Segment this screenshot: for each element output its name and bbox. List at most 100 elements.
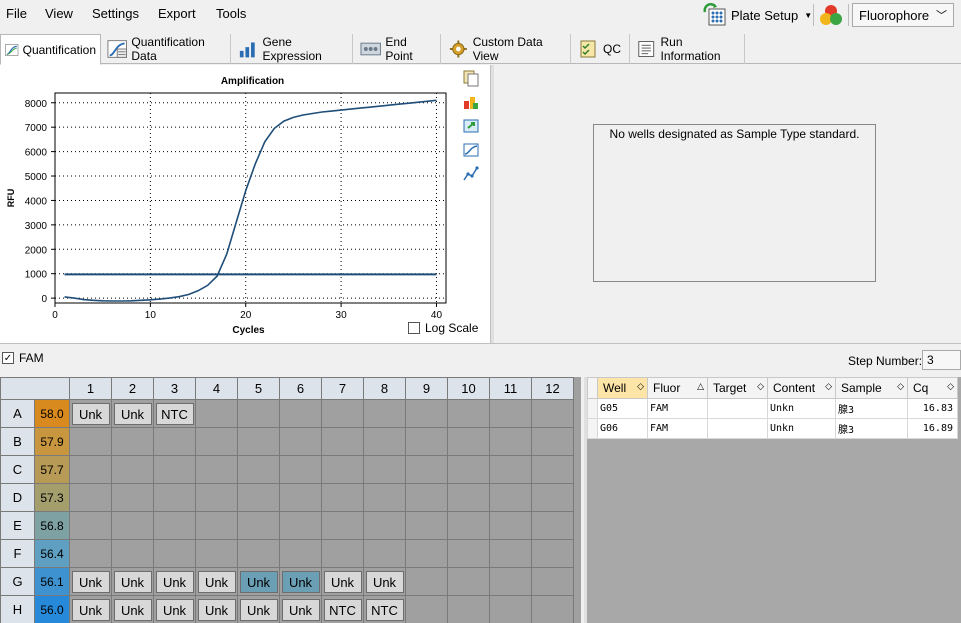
results-cell[interactable]: Unkn: [767, 418, 836, 439]
plate-well[interactable]: [405, 427, 448, 456]
plate-column-header[interactable]: 11: [489, 377, 532, 400]
tab-gene-expression[interactable]: Gene Expression: [234, 34, 353, 64]
plate-well[interactable]: Unk: [363, 567, 406, 596]
results-column-header[interactable]: Well ◇: [597, 377, 648, 399]
plate-well[interactable]: [279, 539, 322, 568]
plate-corner[interactable]: [0, 377, 70, 400]
plate-well[interactable]: [531, 567, 574, 596]
plate-well[interactable]: [405, 511, 448, 540]
plate-well[interactable]: [279, 511, 322, 540]
plate-well[interactable]: [237, 455, 280, 484]
plate-well[interactable]: [489, 595, 532, 623]
menu-view[interactable]: View: [45, 6, 73, 21]
plate-well[interactable]: [153, 511, 196, 540]
plate-well[interactable]: [321, 539, 364, 568]
results-cell[interactable]: Unkn: [767, 398, 836, 419]
plate-well[interactable]: [153, 455, 196, 484]
plate-well[interactable]: [195, 539, 238, 568]
fam-checkbox-box[interactable]: ✓: [2, 352, 14, 364]
plate-well[interactable]: [363, 427, 406, 456]
menu-tools[interactable]: Tools: [216, 6, 246, 21]
plate-setup-button[interactable]: Plate Setup ▼: [703, 2, 812, 28]
well-sample-type[interactable]: NTC: [323, 598, 362, 621]
well-sample-type[interactable]: Unk: [281, 570, 320, 593]
plate-column-header[interactable]: 8: [363, 377, 406, 400]
amplification-chart[interactable]: 0 10 20 30 40 0 1000 2000 3000 4000 5000 6000 7000 80…: [0, 65, 460, 343]
plate-row-header[interactable]: F: [0, 539, 35, 568]
plate-well[interactable]: [237, 511, 280, 540]
plate-column-header[interactable]: 7: [321, 377, 364, 400]
plate-well[interactable]: [405, 399, 448, 428]
plate-well[interactable]: [489, 539, 532, 568]
plate-well[interactable]: [195, 483, 238, 512]
plate-well[interactable]: [363, 511, 406, 540]
plate-well[interactable]: [111, 483, 154, 512]
tab-qc[interactable]: QC: [573, 34, 630, 64]
plate-well[interactable]: [321, 455, 364, 484]
plate-well[interactable]: [447, 511, 490, 540]
plate-well[interactable]: Unk: [153, 595, 196, 623]
results-column-header[interactable]: Target ◇: [707, 377, 768, 399]
results-column-header[interactable]: Fluor △: [647, 377, 708, 399]
well-sample-type[interactable]: Unk: [365, 570, 404, 593]
plate-well[interactable]: Unk: [69, 595, 112, 623]
plate-well[interactable]: [363, 539, 406, 568]
plate-well[interactable]: [489, 567, 532, 596]
plate-well[interactable]: Unk: [279, 567, 322, 596]
plate-well[interactable]: Unk: [195, 567, 238, 596]
well-sample-type[interactable]: Unk: [197, 570, 236, 593]
plate-well[interactable]: [321, 511, 364, 540]
log-scale-checkbox[interactable]: Log Scale: [408, 321, 478, 335]
plate-well[interactable]: [195, 511, 238, 540]
sort-ascending-icon[interactable]: △: [697, 381, 704, 392]
copy-icon[interactable]: [462, 69, 480, 87]
plate-well[interactable]: [531, 399, 574, 428]
results-row-header[interactable]: [587, 418, 598, 439]
plate-well[interactable]: [153, 483, 196, 512]
step-number-field[interactable]: 3: [922, 350, 961, 370]
plate-row-header[interactable]: H: [0, 595, 35, 623]
plate-well[interactable]: [237, 539, 280, 568]
plate-well[interactable]: Unk: [153, 567, 196, 596]
plate-well[interactable]: [111, 511, 154, 540]
plate-row-header[interactable]: D: [0, 483, 35, 512]
plate-column-header[interactable]: 9: [405, 377, 448, 400]
sort-icon[interactable]: ◇: [947, 381, 954, 392]
results-cell[interactable]: FAM: [647, 398, 708, 419]
plate-well[interactable]: [447, 455, 490, 484]
menu-file[interactable]: File: [6, 6, 27, 21]
well-sample-type[interactable]: Unk: [113, 570, 152, 593]
curve-fit-icon[interactable]: [462, 165, 480, 183]
plate-well[interactable]: [363, 483, 406, 512]
plate-row-header[interactable]: A: [0, 399, 35, 428]
plate-well[interactable]: Unk: [69, 399, 112, 428]
results-cell[interactable]: G06: [597, 418, 648, 439]
plate-well[interactable]: [363, 399, 406, 428]
tab-run-information[interactable]: Run Information: [632, 34, 745, 64]
tab-custom-data-view[interactable]: Custom Data View: [444, 34, 571, 64]
plate-well[interactable]: [279, 399, 322, 428]
plate-well[interactable]: [237, 399, 280, 428]
menu-settings[interactable]: Settings: [92, 6, 139, 21]
plate-well[interactable]: [531, 511, 574, 540]
dye-calibration-icon[interactable]: [818, 3, 844, 27]
plate-well[interactable]: Unk: [111, 595, 154, 623]
results-cell[interactable]: 16.83: [907, 398, 958, 419]
tab-end-point[interactable]: End Point: [356, 34, 441, 64]
plate-well[interactable]: [489, 483, 532, 512]
plate-well[interactable]: [405, 455, 448, 484]
plate-well[interactable]: [447, 567, 490, 596]
results-row[interactable]: G06 FAM Unkn 腺3 16.89: [587, 418, 958, 439]
plate-column-header[interactable]: 2: [111, 377, 154, 400]
plate-well[interactable]: [531, 483, 574, 512]
plate-well[interactable]: Unk: [237, 595, 280, 623]
plate-well[interactable]: [531, 595, 574, 623]
chart-colors-icon[interactable]: [462, 93, 480, 111]
plate-well[interactable]: NTC: [363, 595, 406, 623]
results-cell[interactable]: [707, 398, 768, 419]
well-sample-type[interactable]: Unk: [239, 570, 278, 593]
plate-column-header[interactable]: 1: [69, 377, 112, 400]
plate-well[interactable]: [279, 427, 322, 456]
sort-icon[interactable]: ◇: [757, 381, 764, 392]
well-sample-type[interactable]: NTC: [365, 598, 404, 621]
